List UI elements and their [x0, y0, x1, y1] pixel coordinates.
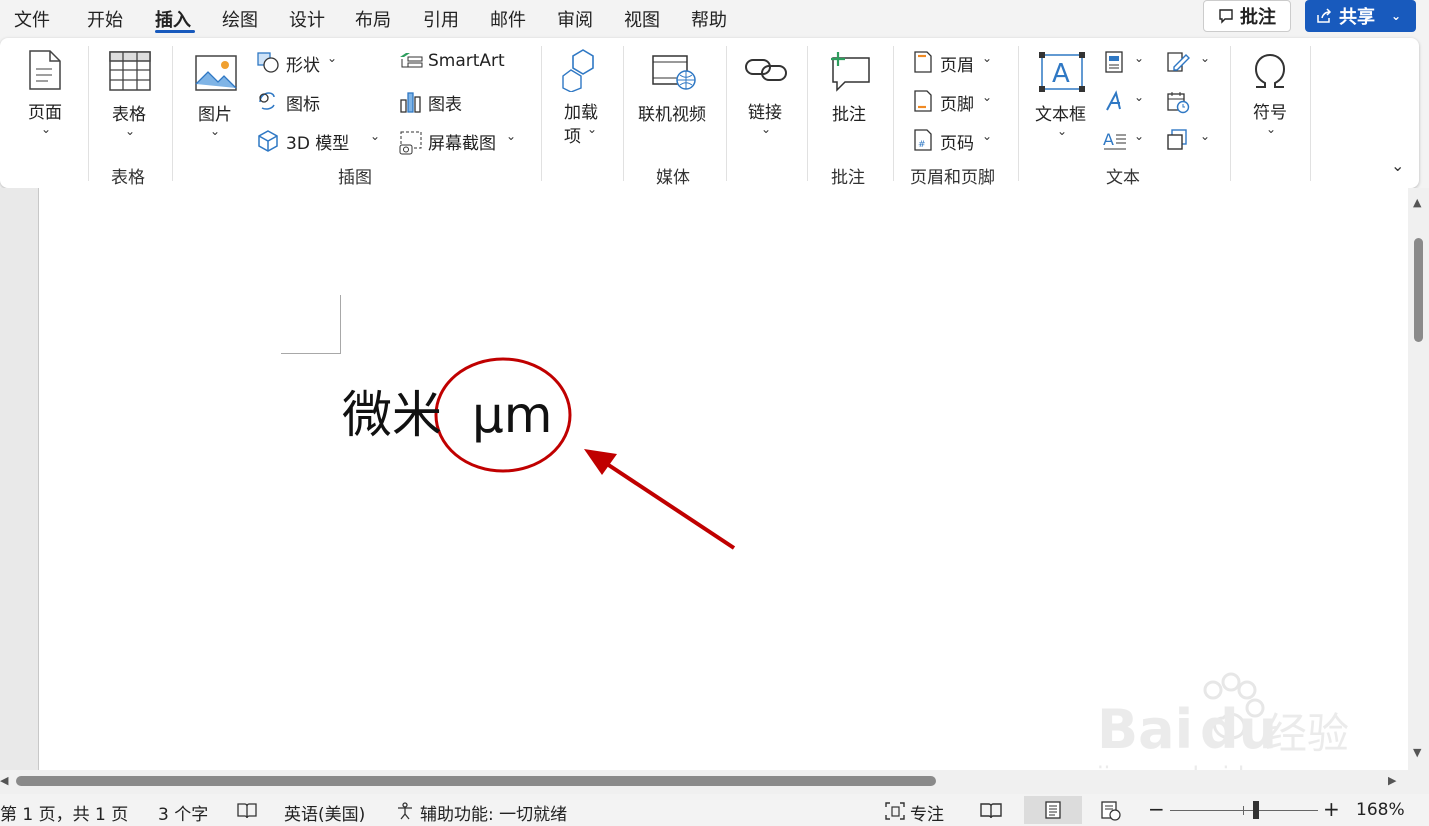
page-count[interactable]: 第 1 页，共 1 页: [0, 800, 128, 825]
status-bar: 第 1 页，共 1 页 3 个字 英语(美国) 辅助功能: 一切就绪 专注 − …: [0, 794, 1429, 826]
svg-text:经验: 经验: [1265, 709, 1349, 758]
zoom-out-icon[interactable]: −: [1148, 797, 1165, 821]
language-indicator[interactable]: 英语(美国): [284, 800, 365, 825]
accessibility-status[interactable]: 辅助功能: 一切就绪: [420, 800, 567, 825]
zoom-in-icon[interactable]: +: [1323, 797, 1340, 821]
zoom-level[interactable]: 168%: [1356, 800, 1405, 820]
annotation-arrow-line: [602, 460, 736, 550]
text-micron-cn: 微米: [342, 386, 442, 444]
text-micron-unit: µm: [472, 386, 553, 444]
vertical-scroll-thumb[interactable]: [1414, 238, 1423, 342]
focus-mode-label[interactable]: 专注: [910, 800, 944, 825]
word-count[interactable]: 3 个字: [158, 800, 208, 825]
print-layout-icon: [1045, 801, 1061, 819]
annotation-arrow-head: [584, 449, 617, 475]
zoom-slider-thumb[interactable]: [1253, 801, 1259, 819]
focus-mode-icon[interactable]: [884, 801, 906, 821]
proofing-book-icon[interactable]: [236, 802, 258, 820]
horizontal-scrollbar[interactable]: ◀ ▶: [0, 770, 1429, 794]
scroll-up-icon[interactable]: ▲: [1413, 196, 1421, 209]
web-layout-icon[interactable]: [1100, 801, 1122, 821]
accessibility-icon[interactable]: [395, 801, 415, 821]
scroll-right-icon[interactable]: ▶: [1388, 774, 1396, 787]
document-text[interactable]: 微米 µm: [342, 375, 553, 447]
scroll-down-icon[interactable]: ▼: [1413, 746, 1421, 759]
horizontal-scroll-thumb[interactable]: [16, 776, 936, 786]
zoom-slider-track[interactable]: [1170, 810, 1318, 811]
vertical-scrollbar[interactable]: ▲ ▼: [1408, 188, 1429, 770]
scroll-left-icon[interactable]: ◀: [0, 774, 8, 787]
print-layout-view-active[interactable]: [1024, 796, 1082, 824]
svg-text:Bai: Bai: [1097, 698, 1193, 761]
margin-corner-mark: [281, 295, 341, 354]
read-mode-icon[interactable]: [980, 801, 1002, 821]
zoom-slider-center-mark: [1243, 806, 1244, 815]
